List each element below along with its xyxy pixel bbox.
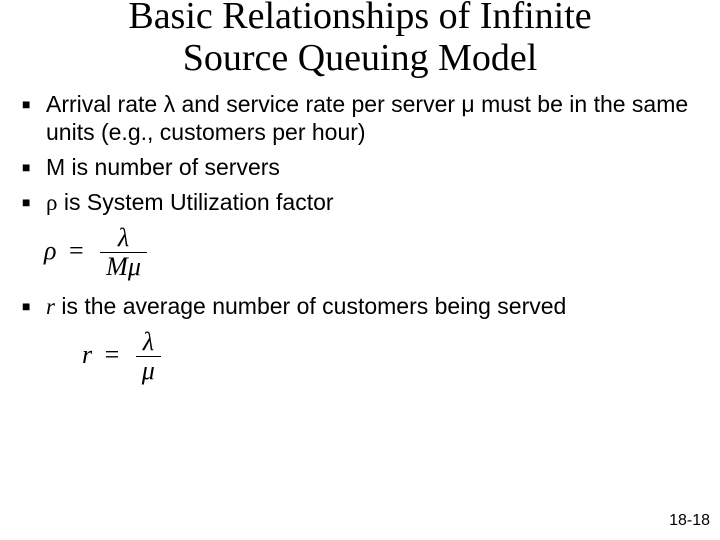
equals-sign: = <box>63 236 90 265</box>
bullet-marker-icon: ■ <box>22 153 46 181</box>
slide-body: ■ Arrival rate λ and service rate per se… <box>0 80 720 386</box>
equals-sign: = <box>99 340 126 369</box>
bullet-item: ■ r is the average number of customers b… <box>22 292 698 322</box>
slide-title: Basic Relationships of Infinite Source Q… <box>0 0 720 80</box>
bullet-marker-icon: ■ <box>22 90 46 118</box>
slide: Basic Relationships of Infinite Source Q… <box>0 0 720 536</box>
bullet-text: Arrival rate λ and service rate per serv… <box>46 90 698 148</box>
r-lhs: r <box>82 340 92 369</box>
fraction-numerator: λ <box>100 224 147 254</box>
bullet-text-rest: is System Utilization factor <box>57 189 333 215</box>
bullet-marker-icon: ■ <box>22 292 46 320</box>
fraction-denominator: Mμ <box>100 253 147 282</box>
formula-rho: ρ = λ Mμ <box>44 224 698 282</box>
fraction: λ Mμ <box>100 224 147 282</box>
bullet-item: ■ ρ is System Utilization factor <box>22 188 698 218</box>
bullet-marker-icon: ■ <box>22 188 46 216</box>
bullet-item: ■ M is number of servers <box>22 153 698 182</box>
bullet-text: M is number of servers <box>46 153 698 182</box>
bullet-text: r is the average number of customers bei… <box>46 292 698 322</box>
bullet-item: ■ Arrival rate λ and service rate per se… <box>22 90 698 148</box>
title-line-2: Source Queuing Model <box>183 37 538 79</box>
title-line-1: Basic Relationships of Infinite <box>128 0 591 37</box>
bullet-text: ρ is System Utilization factor <box>46 188 698 218</box>
rho-symbol: ρ <box>46 190 57 215</box>
page-number: 18-18 <box>669 512 710 530</box>
fraction-numerator: λ <box>136 328 161 358</box>
fraction: λ μ <box>136 328 161 386</box>
formula-r: r = λ μ <box>82 328 698 386</box>
bullet-text-rest: is the average number of customers being… <box>55 293 566 319</box>
r-symbol: r <box>46 294 55 319</box>
fraction-denominator: μ <box>136 357 161 386</box>
rho-lhs: ρ <box>44 236 56 265</box>
